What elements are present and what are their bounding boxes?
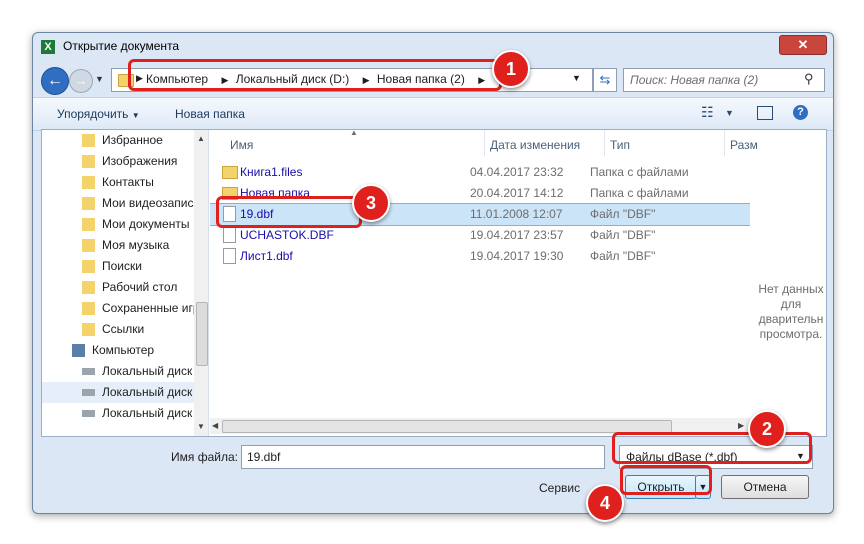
help-icon[interactable]: ? bbox=[793, 105, 808, 120]
music-folder-icon bbox=[82, 239, 95, 252]
search-placeholder: Поиск: Новая папка (2) bbox=[630, 73, 759, 87]
file-date: 11.01.2008 12:07 bbox=[470, 207, 563, 221]
scroll-right-icon[interactable]: ▶ bbox=[738, 421, 744, 430]
view-dropdown-icon[interactable]: ▼ bbox=[725, 108, 734, 118]
column-separator bbox=[604, 130, 605, 156]
column-separator bbox=[724, 130, 725, 156]
file-type: Папка с файлами bbox=[590, 165, 689, 179]
scroll-left-icon[interactable]: ◀ bbox=[212, 421, 218, 430]
document-icon bbox=[223, 248, 236, 264]
nav-item-searches[interactable]: Поиски bbox=[42, 256, 194, 277]
nav-item-desktop[interactable]: Рабочий стол bbox=[42, 277, 194, 298]
file-list: Имя ▲ Дата изменения Тип Разм Книга1.fil… bbox=[210, 128, 758, 436]
organize-button[interactable]: Упорядочить ▼ bbox=[57, 107, 140, 121]
toolbar: Упорядочить ▼ Новая папка ☷ ▼ ? bbox=[33, 97, 833, 131]
file-date: 19.04.2017 23:57 bbox=[470, 228, 564, 242]
address-dropdown-icon[interactable]: ▼ bbox=[572, 73, 581, 83]
nav-item-local-disk-d[interactable]: Локальный диск bbox=[42, 382, 194, 403]
videos-folder-icon bbox=[82, 197, 95, 210]
nav-item-documents[interactable]: Мои документы bbox=[42, 214, 194, 235]
nav-item-pictures[interactable]: Изображения bbox=[42, 151, 194, 172]
drive-icon bbox=[82, 368, 95, 375]
document-icon bbox=[223, 227, 236, 243]
nav-item-videos[interactable]: Мои видеозаписи bbox=[42, 193, 194, 214]
nav-item-saved-games[interactable]: Сохраненные игры bbox=[42, 298, 194, 319]
nav-scrollbar-thumb[interactable] bbox=[196, 302, 208, 366]
scroll-down-icon[interactable]: ▼ bbox=[197, 422, 205, 431]
preview-message: Нет данных для дварительн просмотра. bbox=[758, 282, 824, 341]
file-name: Книга1.files bbox=[240, 165, 303, 179]
file-row[interactable]: Лист1.dbf 19.04.2017 19:30 Файл "DBF" bbox=[210, 246, 750, 267]
callout-badge-3: 3 bbox=[352, 184, 390, 222]
nav-item-computer[interactable]: Компьютер bbox=[42, 340, 194, 361]
nav-item-music[interactable]: Моя музыка bbox=[42, 235, 194, 256]
scroll-up-icon[interactable]: ▲ bbox=[197, 134, 205, 143]
search-input[interactable]: Поиск: Новая папка (2) ⚲ bbox=[623, 68, 825, 92]
highlight-selected-file bbox=[216, 196, 362, 228]
file-date: 04.04.2017 23:32 bbox=[470, 165, 564, 179]
documents-folder-icon bbox=[82, 218, 95, 231]
filename-value: 19.dbf bbox=[247, 450, 281, 464]
nav-item-links[interactable]: Ссылки bbox=[42, 319, 194, 340]
filename-input[interactable]: 19.dbf bbox=[241, 445, 605, 469]
drive-icon bbox=[82, 389, 95, 396]
folder-icon bbox=[222, 166, 238, 179]
column-header-date[interactable]: Дата изменения bbox=[490, 138, 580, 164]
content-area: Избранное Изображения Контакты Мои видео… bbox=[41, 128, 827, 437]
sort-up-icon: ▲ bbox=[350, 128, 358, 137]
chevron-down-icon: ▼ bbox=[131, 111, 140, 120]
highlight-address-bar bbox=[128, 59, 502, 91]
drive-icon bbox=[82, 410, 95, 417]
close-button[interactable]: ✕ bbox=[779, 35, 827, 55]
highlight-open-button bbox=[620, 465, 712, 495]
nav-item-local-disk-c[interactable]: Локальный диск bbox=[42, 361, 194, 382]
file-type: Файл "DBF" bbox=[590, 228, 656, 242]
searches-folder-icon bbox=[82, 260, 95, 273]
organize-label: Упорядочить bbox=[57, 107, 129, 121]
forward-arrow-icon[interactable]: → bbox=[69, 69, 93, 93]
horizontal-scrollbar-thumb[interactable] bbox=[222, 420, 672, 433]
links-folder-icon bbox=[82, 323, 95, 336]
nav-item-local-disk-e[interactable]: Локальный диск bbox=[42, 403, 194, 424]
contacts-folder-icon bbox=[82, 176, 95, 189]
file-row[interactable]: Книга1.files 04.04.2017 23:32 Папка с фа… bbox=[210, 162, 750, 183]
callout-badge-1: 1 bbox=[492, 50, 530, 88]
back-arrow-icon[interactable]: ← bbox=[41, 67, 69, 95]
file-row[interactable]: UCHASTOK.DBF 19.04.2017 23:57 Файл "DBF" bbox=[210, 225, 750, 246]
file-date: 20.04.2017 14:12 bbox=[470, 186, 564, 200]
refresh-icon[interactable]: ⇆ bbox=[593, 68, 617, 92]
file-date: 19.04.2017 19:30 bbox=[470, 249, 564, 263]
nav-item-contacts[interactable]: Контакты bbox=[42, 172, 194, 193]
column-separator bbox=[484, 130, 485, 156]
file-type: Файл "DBF" bbox=[590, 207, 656, 221]
navigation-pane: Избранное Изображения Контакты Мои видео… bbox=[42, 130, 209, 436]
callout-badge-2: 2 bbox=[748, 410, 786, 448]
star-folder-icon bbox=[82, 134, 95, 147]
search-icon[interactable]: ⚲ bbox=[804, 71, 814, 87]
games-folder-icon bbox=[82, 302, 95, 315]
history-dropdown-icon[interactable]: ▼ bbox=[95, 74, 104, 84]
filename-label: Имя файла: bbox=[171, 450, 238, 464]
file-type: Папка с файлами bbox=[590, 186, 689, 200]
title-bar: X Открытие документа ✕ bbox=[33, 33, 833, 61]
file-name: UCHASTOK.DBF bbox=[240, 228, 334, 242]
nav-scrollbar[interactable]: ▲ ▼ bbox=[194, 130, 208, 436]
excel-icon: X bbox=[41, 40, 55, 54]
file-type: Файл "DBF" bbox=[590, 249, 656, 263]
nav-item-favorites[interactable]: Избранное bbox=[42, 130, 194, 151]
file-name: Лист1.dbf bbox=[240, 249, 293, 263]
column-header-type[interactable]: Тип bbox=[610, 138, 630, 164]
preview-pane: Нет данных для дварительн просмотра. bbox=[752, 156, 826, 406]
desktop-folder-icon bbox=[82, 281, 95, 294]
callout-badge-4: 4 bbox=[586, 484, 624, 522]
service-menu[interactable]: Сервис bbox=[539, 481, 580, 495]
pictures-folder-icon bbox=[82, 155, 95, 168]
computer-icon bbox=[72, 344, 85, 357]
window-title: Открытие документа bbox=[63, 39, 180, 53]
preview-pane-icon[interactable] bbox=[757, 106, 773, 120]
cancel-button[interactable]: Отмена bbox=[721, 475, 809, 499]
view-options-icon[interactable]: ☷ bbox=[701, 104, 714, 121]
new-folder-button[interactable]: Новая папка bbox=[175, 107, 245, 121]
column-header-name[interactable]: Имя bbox=[230, 138, 253, 164]
